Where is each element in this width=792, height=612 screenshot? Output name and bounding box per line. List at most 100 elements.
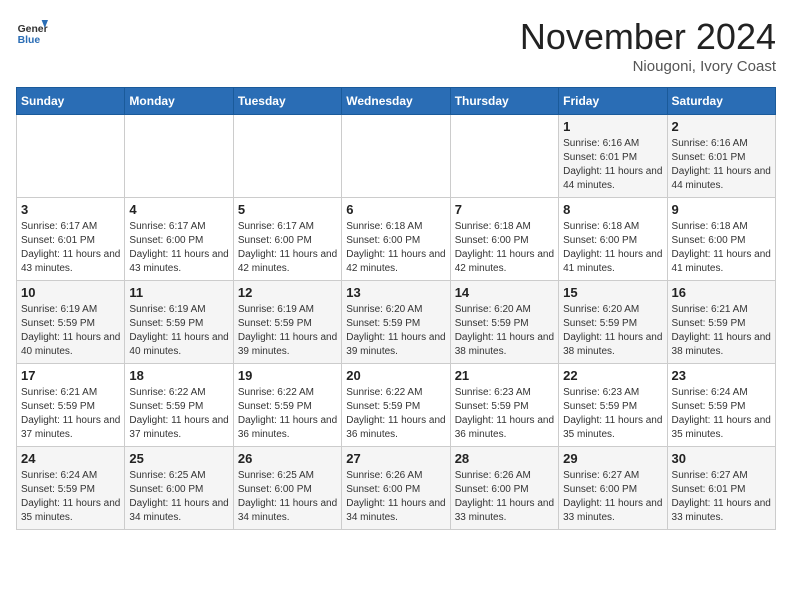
calendar-cell: [342, 115, 450, 198]
day-number: 24: [21, 451, 120, 466]
day-of-week-header: Tuesday: [233, 88, 341, 115]
day-number: 22: [563, 368, 662, 383]
day-info: Sunrise: 6:24 AM Sunset: 5:59 PM Dayligh…: [21, 469, 120, 525]
day-number: 7: [455, 202, 554, 217]
day-info: Sunrise: 6:27 AM Sunset: 6:01 PM Dayligh…: [672, 469, 771, 525]
day-of-week-header: Sunday: [17, 88, 125, 115]
calendar-cell: 15 Sunrise: 6:20 AM Sunset: 5:59 PM Dayli…: [559, 281, 667, 364]
day-info: Sunrise: 6:24 AM Sunset: 5:59 PM Dayligh…: [672, 386, 771, 442]
calendar-cell: 5Sunrise: 6:17 AM Sunset: 6:00 PM Daylig…: [233, 198, 341, 281]
day-info: Sunrise: 6:26 AM Sunset: 6:00 PM Dayligh…: [346, 469, 445, 525]
day-info: Sunrise: 6:20 AM Sunset: 5:59 PM Dayligh…: [455, 303, 554, 359]
calendar-cell: 17 Sunrise: 6:21 AM Sunset: 5:59 PM Dayli…: [17, 364, 125, 447]
day-number: 16: [672, 285, 771, 300]
day-number: 23: [672, 368, 771, 383]
day-of-week-header: Wednesday: [342, 88, 450, 115]
day-info: Sunrise: 6:18 AM Sunset: 6:00 PM Dayligh…: [672, 220, 771, 276]
calendar-cell: 10 Sunrise: 6:19 AM Sunset: 5:59 PM Dayli…: [17, 281, 125, 364]
day-info: Sunrise: 6:19 AM Sunset: 5:59 PM Dayligh…: [238, 303, 337, 359]
calendar-cell: [125, 115, 233, 198]
calendar-cell: 23 Sunrise: 6:24 AM Sunset: 5:59 PM Dayli…: [667, 364, 775, 447]
calendar-cell: 29Sunrise: 6:27 AM Sunset: 6:00 PM Dayli…: [559, 447, 667, 530]
logo-icon: General Blue: [16, 16, 48, 48]
location: Niougoni, Ivory Coast: [520, 58, 776, 75]
day-number: 21: [455, 368, 554, 383]
calendar-cell: [233, 115, 341, 198]
calendar-cell: 4 Sunrise: 6:17 AM Sunset: 6:00 PM Daylig…: [125, 198, 233, 281]
calendar-cell: 21 Sunrise: 6:23 AM Sunset: 5:59 PM Dayli…: [450, 364, 558, 447]
logo: General Blue: [16, 16, 48, 48]
day-info: Sunrise: 6:22 AM Sunset: 5:59 PM Dayligh…: [129, 386, 228, 442]
calendar-cell: 1 Sunrise: 6:16 AM Sunset: 6:01 PM Daylig…: [559, 115, 667, 198]
calendar-cell: 20Sunrise: 6:22 AM Sunset: 5:59 PM Dayli…: [342, 364, 450, 447]
day-number: 10: [21, 285, 120, 300]
title-block: November 2024 Niougoni, Ivory Coast: [520, 16, 776, 75]
svg-text:Blue: Blue: [18, 35, 41, 46]
calendar-cell: 25 Sunrise: 6:25 AM Sunset: 6:00 PM Dayli…: [125, 447, 233, 530]
calendar-cell: 2 Sunrise: 6:16 AM Sunset: 6:01 PM Daylig…: [667, 115, 775, 198]
day-number: 28: [455, 451, 554, 466]
day-info: Sunrise: 6:18 AM Sunset: 6:00 PM Dayligh…: [346, 220, 445, 276]
day-info: Sunrise: 6:20 AM Sunset: 5:59 PM Dayligh…: [346, 303, 445, 359]
calendar-cell: 11 Sunrise: 6:19 AM Sunset: 5:59 PM Dayli…: [125, 281, 233, 364]
day-info: Sunrise: 6:18 AM Sunset: 6:00 PM Dayligh…: [455, 220, 554, 276]
day-of-week-header: Friday: [559, 88, 667, 115]
day-of-week-header: Saturday: [667, 88, 775, 115]
calendar-cell: 6 Sunrise: 6:18 AM Sunset: 6:00 PM Daylig…: [342, 198, 450, 281]
day-info: Sunrise: 6:25 AM Sunset: 6:00 PM Dayligh…: [129, 469, 228, 525]
day-number: 13: [346, 285, 445, 300]
day-info: Sunrise: 6:27 AM Sunset: 6:00 PM Dayligh…: [563, 469, 662, 525]
day-number: 4: [129, 202, 228, 217]
day-info: Sunrise: 6:19 AM Sunset: 5:59 PM Dayligh…: [21, 303, 120, 359]
calendar-cell: 30 Sunrise: 6:27 AM Sunset: 6:01 PM Dayli…: [667, 447, 775, 530]
day-info: Sunrise: 6:17 AM Sunset: 6:01 PM Dayligh…: [21, 220, 120, 276]
day-info: Sunrise: 6:16 AM Sunset: 6:01 PM Dayligh…: [563, 137, 662, 193]
calendar-cell: 3Sunrise: 6:17 AM Sunset: 6:01 PM Daylig…: [17, 198, 125, 281]
day-number: 18: [129, 368, 228, 383]
calendar-cell: 22 Sunrise: 6:23 AM Sunset: 5:59 PM Dayli…: [559, 364, 667, 447]
day-number: 26: [238, 451, 337, 466]
day-info: Sunrise: 6:23 AM Sunset: 5:59 PM Dayligh…: [563, 386, 662, 442]
calendar-cell: [450, 115, 558, 198]
day-of-week-header: Thursday: [450, 88, 558, 115]
calendar-cell: 14 Sunrise: 6:20 AM Sunset: 5:59 PM Dayli…: [450, 281, 558, 364]
calendar-cell: 12 Sunrise: 6:19 AM Sunset: 5:59 PM Dayli…: [233, 281, 341, 364]
day-info: Sunrise: 6:18 AM Sunset: 6:00 PM Dayligh…: [563, 220, 662, 276]
day-info: Sunrise: 6:21 AM Sunset: 5:59 PM Dayligh…: [672, 303, 771, 359]
day-number: 15: [563, 285, 662, 300]
day-info: Sunrise: 6:22 AM Sunset: 5:59 PM Dayligh…: [346, 386, 445, 442]
calendar-cell: 19 Sunrise: 6:22 AM Sunset: 5:59 PM Dayli…: [233, 364, 341, 447]
calendar-cell: 8 Sunrise: 6:18 AM Sunset: 6:00 PM Daylig…: [559, 198, 667, 281]
day-info: Sunrise: 6:22 AM Sunset: 5:59 PM Dayligh…: [238, 386, 337, 442]
calendar-cell: 27 Sunrise: 6:26 AM Sunset: 6:00 PM Dayli…: [342, 447, 450, 530]
day-number: 11: [129, 285, 228, 300]
day-number: 8: [563, 202, 662, 217]
day-number: 27: [346, 451, 445, 466]
day-number: 14: [455, 285, 554, 300]
day-info: Sunrise: 6:21 AM Sunset: 5:59 PM Dayligh…: [21, 386, 120, 442]
calendar-cell: 13 Sunrise: 6:20 AM Sunset: 5:59 PM Dayli…: [342, 281, 450, 364]
day-number: 12: [238, 285, 337, 300]
day-info: Sunrise: 6:26 AM Sunset: 6:00 PM Dayligh…: [455, 469, 554, 525]
day-info: Sunrise: 6:17 AM Sunset: 6:00 PM Dayligh…: [129, 220, 228, 276]
day-number: 9: [672, 202, 771, 217]
day-info: Sunrise: 6:19 AM Sunset: 5:59 PM Dayligh…: [129, 303, 228, 359]
day-info: Sunrise: 6:17 AM Sunset: 6:00 PM Dayligh…: [238, 220, 337, 276]
calendar-cell: 26Sunrise: 6:25 AM Sunset: 6:00 PM Dayli…: [233, 447, 341, 530]
day-number: 17: [21, 368, 120, 383]
day-number: 6: [346, 202, 445, 217]
day-info: Sunrise: 6:23 AM Sunset: 5:59 PM Dayligh…: [455, 386, 554, 442]
calendar-cell: 16 Sunrise: 6:21 AM Sunset: 5:59 PM Dayli…: [667, 281, 775, 364]
calendar-cell: 7 Sunrise: 6:18 AM Sunset: 6:00 PM Daylig…: [450, 198, 558, 281]
day-number: 19: [238, 368, 337, 383]
day-number: 25: [129, 451, 228, 466]
day-info: Sunrise: 6:20 AM Sunset: 5:59 PM Dayligh…: [563, 303, 662, 359]
day-info: Sunrise: 6:16 AM Sunset: 6:01 PM Dayligh…: [672, 137, 771, 193]
svg-text:General: General: [18, 24, 48, 35]
day-number: 2: [672, 119, 771, 134]
month-title: November 2024: [520, 16, 776, 58]
day-number: 30: [672, 451, 771, 466]
day-of-week-header: Monday: [125, 88, 233, 115]
day-number: 1: [563, 119, 662, 134]
page-header: General Blue November 2024 Niougoni, Ivo…: [16, 16, 776, 75]
